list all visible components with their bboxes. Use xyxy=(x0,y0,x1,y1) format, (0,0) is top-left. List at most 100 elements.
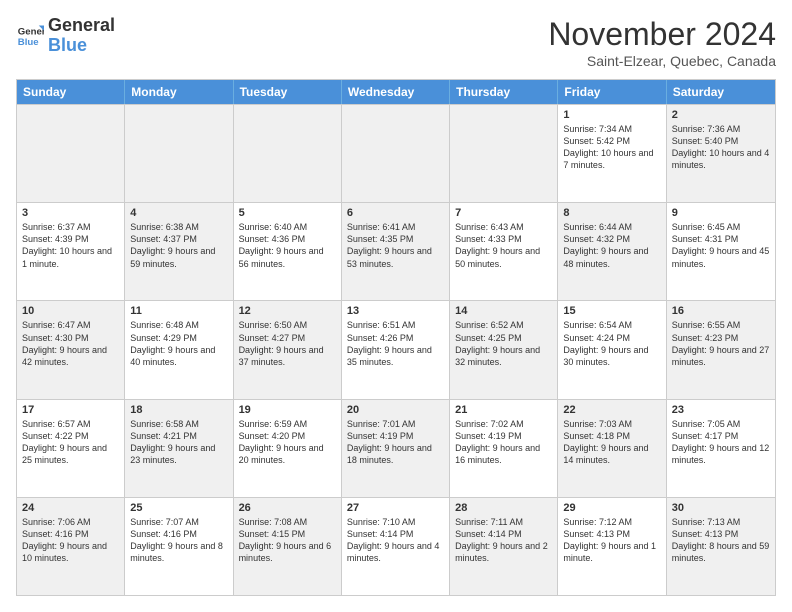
day-info: Sunrise: 7:13 AM Sunset: 4:13 PM Dayligh… xyxy=(672,516,770,565)
logo-line2: Blue xyxy=(48,36,115,56)
calendar-cell-26: 26 Sunrise: 7:08 AM Sunset: 4:15 PM Dayli… xyxy=(234,498,342,595)
day-info: Sunrise: 6:44 AM Sunset: 4:32 PM Dayligh… xyxy=(563,221,660,270)
calendar-cell-25: 25 Sunrise: 7:07 AM Sunset: 4:16 PM Dayli… xyxy=(125,498,233,595)
day-info: Sunrise: 6:52 AM Sunset: 4:25 PM Dayligh… xyxy=(455,319,552,368)
calendar-cell-18: 18 Sunrise: 6:58 AM Sunset: 4:21 PM Dayli… xyxy=(125,400,233,497)
header-day-saturday: Saturday xyxy=(667,80,775,104)
header-day-tuesday: Tuesday xyxy=(234,80,342,104)
day-info: Sunrise: 6:40 AM Sunset: 4:36 PM Dayligh… xyxy=(239,221,336,270)
day-info: Sunrise: 6:47 AM Sunset: 4:30 PM Dayligh… xyxy=(22,319,119,368)
calendar-body: 1Sunrise: 7:34 AM Sunset: 5:42 PM Daylig… xyxy=(17,104,775,595)
day-number: 26 xyxy=(239,502,336,514)
day-info: Sunrise: 7:05 AM Sunset: 4:17 PM Dayligh… xyxy=(672,418,770,467)
day-number: 23 xyxy=(672,404,770,416)
day-number: 24 xyxy=(22,502,119,514)
calendar-cell-1: 1Sunrise: 7:34 AM Sunset: 5:42 PM Daylig… xyxy=(558,105,666,202)
day-info: Sunrise: 7:03 AM Sunset: 4:18 PM Dayligh… xyxy=(563,418,660,467)
calendar: SundayMondayTuesdayWednesdayThursdayFrid… xyxy=(16,79,776,596)
day-number: 1 xyxy=(563,109,660,121)
calendar-cell-2: 2Sunrise: 7:36 AM Sunset: 5:40 PM Daylig… xyxy=(667,105,775,202)
day-info: Sunrise: 6:51 AM Sunset: 4:26 PM Dayligh… xyxy=(347,319,444,368)
day-number: 22 xyxy=(563,404,660,416)
day-info: Sunrise: 7:07 AM Sunset: 4:16 PM Dayligh… xyxy=(130,516,227,565)
day-number: 2 xyxy=(672,109,770,121)
calendar-cell-29: 29 Sunrise: 7:12 AM Sunset: 4:13 PM Dayli… xyxy=(558,498,666,595)
day-number: 5 xyxy=(239,207,336,219)
logo: General Blue General Blue xyxy=(16,16,115,56)
calendar-cell-empty-4 xyxy=(450,105,558,202)
calendar-cell-10: 10 Sunrise: 6:47 AM Sunset: 4:30 PM Dayli… xyxy=(17,301,125,398)
day-info: Sunrise: 6:38 AM Sunset: 4:37 PM Dayligh… xyxy=(130,221,227,270)
header-day-monday: Monday xyxy=(125,80,233,104)
day-number: 19 xyxy=(239,404,336,416)
day-info: Sunrise: 6:55 AM Sunset: 4:23 PM Dayligh… xyxy=(672,319,770,368)
day-number: 30 xyxy=(672,502,770,514)
day-info: Sunrise: 7:08 AM Sunset: 4:15 PM Dayligh… xyxy=(239,516,336,565)
day-number: 4 xyxy=(130,207,227,219)
day-number: 6 xyxy=(347,207,444,219)
calendar-cell-9: 9Sunrise: 6:45 AM Sunset: 4:31 PM Daylig… xyxy=(667,203,775,300)
day-info: Sunrise: 6:45 AM Sunset: 4:31 PM Dayligh… xyxy=(672,221,770,270)
day-info: Sunrise: 6:57 AM Sunset: 4:22 PM Dayligh… xyxy=(22,418,119,467)
day-number: 10 xyxy=(22,305,119,317)
month-title: November 2024 xyxy=(548,16,776,53)
day-number: 29 xyxy=(563,502,660,514)
calendar-cell-23: 23 Sunrise: 7:05 AM Sunset: 4:17 PM Dayli… xyxy=(667,400,775,497)
calendar-cell-empty-3 xyxy=(342,105,450,202)
day-info: Sunrise: 6:59 AM Sunset: 4:20 PM Dayligh… xyxy=(239,418,336,467)
calendar-row-0: 1Sunrise: 7:34 AM Sunset: 5:42 PM Daylig… xyxy=(17,104,775,202)
page: General Blue General Blue November 2024 … xyxy=(0,0,792,612)
calendar-cell-empty-2 xyxy=(234,105,342,202)
calendar-cell-14: 14Sunrise: 6:52 AM Sunset: 4:25 PM Dayli… xyxy=(450,301,558,398)
calendar-cell-5: 5 Sunrise: 6:40 AM Sunset: 4:36 PM Daylig… xyxy=(234,203,342,300)
subtitle: Saint-Elzear, Quebec, Canada xyxy=(548,53,776,69)
day-number: 11 xyxy=(130,305,227,317)
calendar-cell-16: 16 Sunrise: 6:55 AM Sunset: 4:23 PM Dayli… xyxy=(667,301,775,398)
calendar-cell-4: 4 Sunrise: 6:38 AM Sunset: 4:37 PM Daylig… xyxy=(125,203,233,300)
calendar-cell-27: 27Sunrise: 7:10 AM Sunset: 4:14 PM Dayli… xyxy=(342,498,450,595)
svg-text:Blue: Blue xyxy=(18,37,39,48)
calendar-row-2: 10 Sunrise: 6:47 AM Sunset: 4:30 PM Dayli… xyxy=(17,300,775,398)
calendar-cell-19: 19 Sunrise: 6:59 AM Sunset: 4:20 PM Dayli… xyxy=(234,400,342,497)
day-info: Sunrise: 6:41 AM Sunset: 4:35 PM Dayligh… xyxy=(347,221,444,270)
calendar-header: SundayMondayTuesdayWednesdayThursdayFrid… xyxy=(17,80,775,104)
day-number: 13 xyxy=(347,305,444,317)
calendar-cell-20: 20Sunrise: 7:01 AM Sunset: 4:19 PM Dayli… xyxy=(342,400,450,497)
day-number: 18 xyxy=(130,404,227,416)
calendar-row-1: 3 Sunrise: 6:37 AM Sunset: 4:39 PM Daylig… xyxy=(17,202,775,300)
day-info: Sunrise: 7:10 AM Sunset: 4:14 PM Dayligh… xyxy=(347,516,444,565)
calendar-cell-15: 15 Sunrise: 6:54 AM Sunset: 4:24 PM Dayli… xyxy=(558,301,666,398)
calendar-row-4: 24Sunrise: 7:06 AM Sunset: 4:16 PM Dayli… xyxy=(17,497,775,595)
day-number: 12 xyxy=(239,305,336,317)
day-number: 28 xyxy=(455,502,552,514)
day-number: 16 xyxy=(672,305,770,317)
calendar-cell-6: 6 Sunrise: 6:41 AM Sunset: 4:35 PM Daylig… xyxy=(342,203,450,300)
calendar-cell-22: 22 Sunrise: 7:03 AM Sunset: 4:18 PM Dayli… xyxy=(558,400,666,497)
calendar-cell-21: 21Sunrise: 7:02 AM Sunset: 4:19 PM Dayli… xyxy=(450,400,558,497)
header-day-thursday: Thursday xyxy=(450,80,558,104)
svg-text:General: General xyxy=(18,26,44,37)
calendar-cell-empty-1 xyxy=(125,105,233,202)
day-number: 3 xyxy=(22,207,119,219)
day-number: 15 xyxy=(563,305,660,317)
calendar-cell-7: 7 Sunrise: 6:43 AM Sunset: 4:33 PM Daylig… xyxy=(450,203,558,300)
day-number: 21 xyxy=(455,404,552,416)
day-info: Sunrise: 7:12 AM Sunset: 4:13 PM Dayligh… xyxy=(563,516,660,565)
header-day-wednesday: Wednesday xyxy=(342,80,450,104)
calendar-cell-24: 24Sunrise: 7:06 AM Sunset: 4:16 PM Dayli… xyxy=(17,498,125,595)
calendar-cell-11: 11Sunrise: 6:48 AM Sunset: 4:29 PM Dayli… xyxy=(125,301,233,398)
day-info: Sunrise: 6:54 AM Sunset: 4:24 PM Dayligh… xyxy=(563,319,660,368)
title-block: November 2024 Saint-Elzear, Quebec, Cana… xyxy=(548,16,776,69)
logo-line1: General xyxy=(48,16,115,36)
day-info: Sunrise: 6:37 AM Sunset: 4:39 PM Dayligh… xyxy=(22,221,119,270)
day-info: Sunrise: 6:58 AM Sunset: 4:21 PM Dayligh… xyxy=(130,418,227,467)
day-number: 25 xyxy=(130,502,227,514)
day-info: Sunrise: 6:43 AM Sunset: 4:33 PM Dayligh… xyxy=(455,221,552,270)
day-info: Sunrise: 7:11 AM Sunset: 4:14 PM Dayligh… xyxy=(455,516,552,565)
logo-icon: General Blue xyxy=(16,22,44,50)
calendar-cell-30: 30 Sunrise: 7:13 AM Sunset: 4:13 PM Dayli… xyxy=(667,498,775,595)
calendar-row-3: 17Sunrise: 6:57 AM Sunset: 4:22 PM Dayli… xyxy=(17,399,775,497)
day-number: 7 xyxy=(455,207,552,219)
day-number: 8 xyxy=(563,207,660,219)
calendar-cell-17: 17Sunrise: 6:57 AM Sunset: 4:22 PM Dayli… xyxy=(17,400,125,497)
